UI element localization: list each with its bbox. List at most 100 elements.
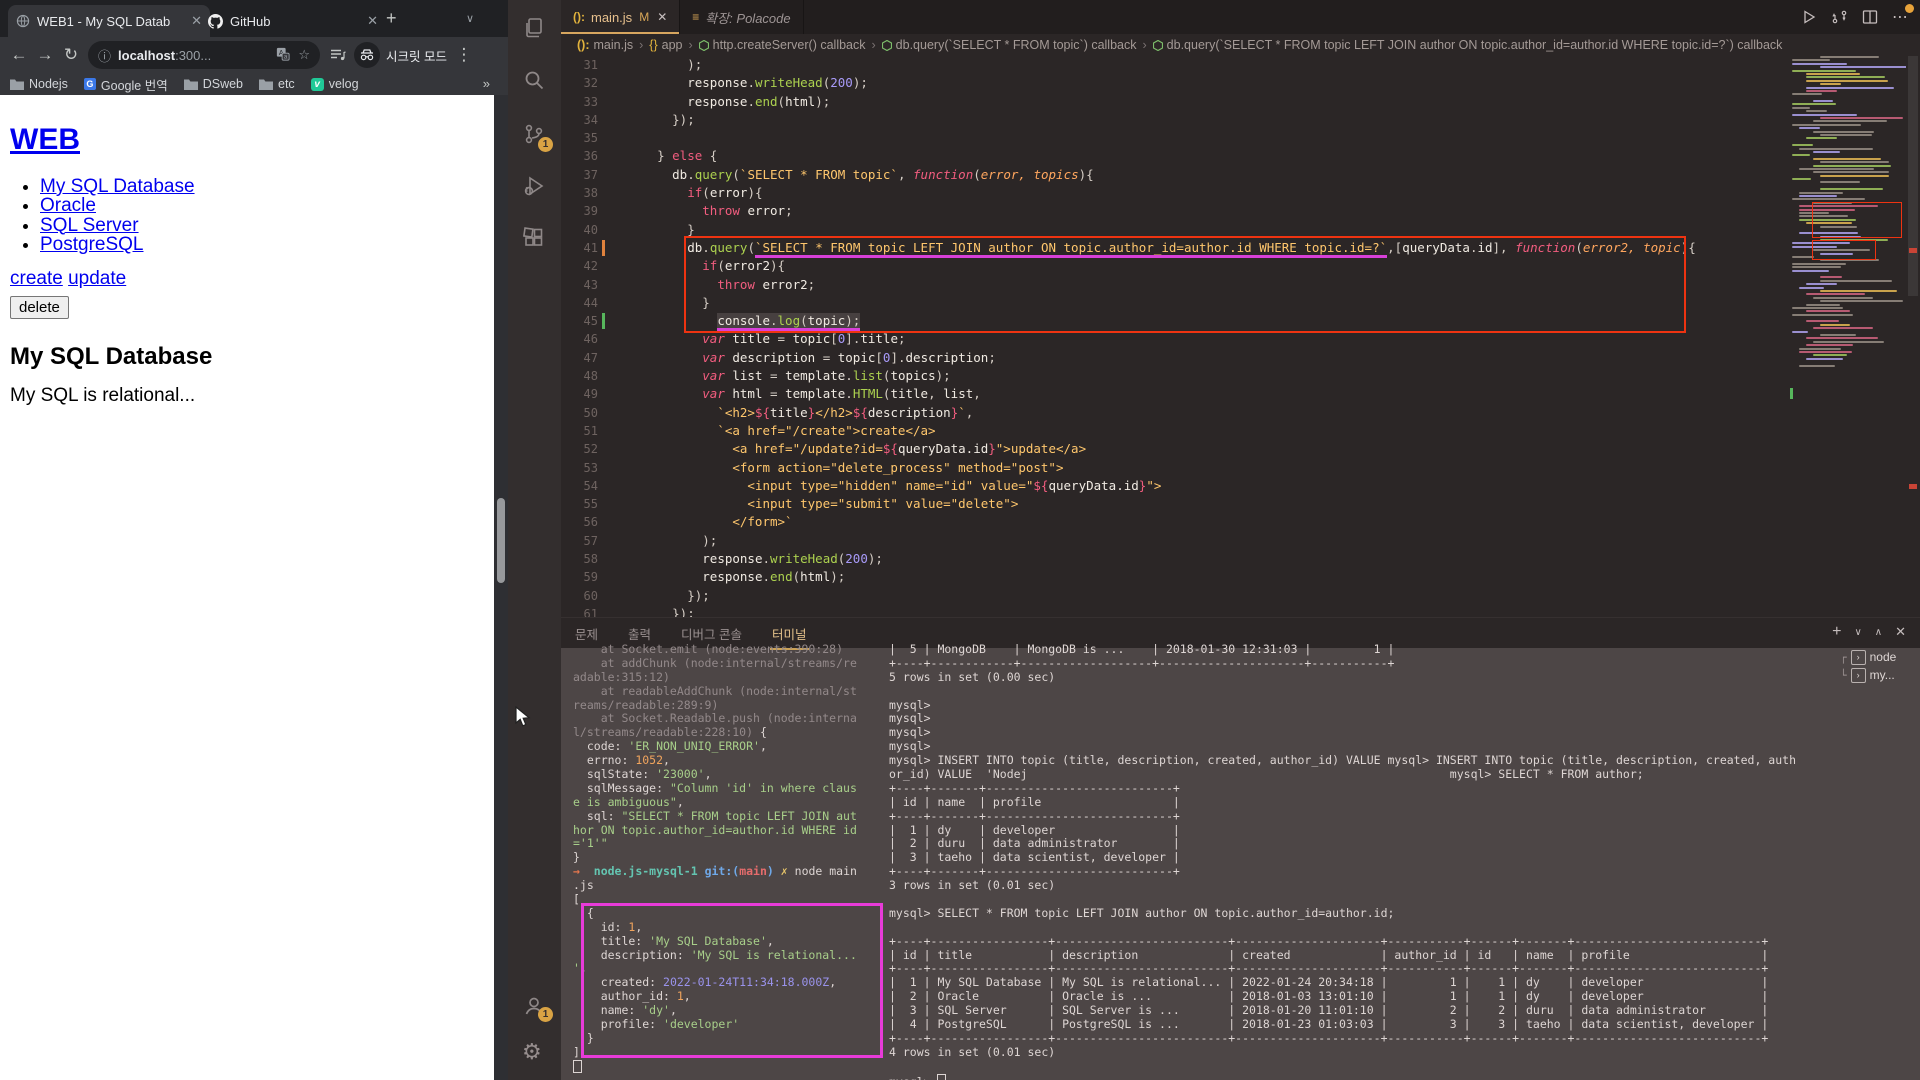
line-number: 61 [583, 606, 598, 617]
page-title-link[interactable]: WEB [10, 123, 80, 157]
browser-tab-github[interactable]: GitHub ✕ [200, 5, 386, 37]
bookmark-star-icon[interactable]: ☆ [298, 47, 310, 63]
breadcrumb-item[interactable]: http.createServer() callback [713, 38, 866, 52]
line-number: 60 [583, 588, 598, 603]
gutter-change-marker [602, 239, 605, 256]
reading-list-icon[interactable] [330, 48, 346, 62]
bookmark-item[interactable]: Nodejs [10, 77, 68, 91]
tree-connector: ┌ [1840, 650, 1847, 664]
code-line: 48 var list = template.list(topics); [561, 367, 1790, 385]
maximize-panel-icon[interactable]: ∧ [1875, 627, 1882, 638]
folder-icon [259, 78, 273, 91]
line-number: 50 [583, 405, 598, 420]
translate-icon[interactable]: Aa [276, 47, 290, 63]
terminal-line: mysql> [889, 711, 938, 726]
settings-gear-icon[interactable]: ⚙ [522, 1040, 548, 1066]
bookmark-label: Nodejs [29, 77, 68, 91]
line-number: 42 [583, 259, 598, 274]
editor-code[interactable]: 31 ); 32 response.writeHead(200); 33 respo… [561, 56, 1790, 617]
close-tab-icon[interactable]: ✕ [367, 13, 378, 29]
new-terminal-icon[interactable]: + [1832, 623, 1841, 641]
minimap[interactable] [1790, 56, 1906, 616]
editor-tab-bar: (): main.js M ✕ ≡ 확장: Polacode [561, 0, 1920, 34]
code-line: 46 var title = topic[0].title; [561, 330, 1790, 348]
code-line: 61 }); [561, 605, 1790, 617]
breadcrumb-item[interactable]: app [662, 38, 683, 52]
activity-bar: 1 1 ⚙ [508, 0, 561, 1080]
terminal-line: } [573, 850, 580, 865]
accounts-icon[interactable]: 1 [522, 994, 553, 1022]
module-symbol-icon: {} [649, 38, 658, 52]
open-changes-icon[interactable] [1831, 9, 1848, 25]
source-control-icon[interactable]: 1 [522, 122, 553, 152]
browser-tab-web1[interactable]: WEB1 - My SQL Datab ✕ [8, 5, 210, 37]
bookmark-item[interactable]: etc [259, 77, 295, 91]
bookmark-item[interactable]: G Google 번역 [83, 75, 168, 94]
terminal-line: → node.js-mysql-1 git:(main) ✗ node main [573, 864, 857, 879]
close-panel-icon[interactable]: ✕ [1895, 624, 1906, 640]
run-debug-icon[interactable] [522, 174, 548, 200]
line-number: 38 [583, 186, 598, 201]
line-number: 45 [583, 314, 598, 329]
browser-menu-icon[interactable]: ⋮ [451, 45, 477, 65]
terminal-line: at readableAddChunk (node:internal/st [573, 683, 857, 698]
topic-link[interactable]: Oracle [40, 195, 96, 216]
list-item: SQL Server [40, 215, 494, 236]
terminal-line: mysql> [889, 1073, 1814, 1080]
bookmark-item[interactable]: v velog [310, 77, 359, 91]
close-icon[interactable]: ✕ [657, 10, 667, 24]
terminal-line: ', [573, 961, 587, 976]
js-file-icon: (): [573, 10, 585, 24]
code-line: 37 db.query(`SELECT * FROM topic`, funct… [561, 166, 1790, 184]
topic-link[interactable]: SQL Server [40, 215, 139, 236]
site-info-icon[interactable]: ⓘ [98, 46, 111, 65]
create-link[interactable]: create [10, 268, 63, 289]
terminal-list-item[interactable]: ┌ › node [1840, 648, 1920, 666]
minimap-change-marker [1790, 388, 1793, 399]
scrollbar-thumb[interactable] [1908, 56, 1918, 296]
tab-polacode[interactable]: ≡ 확장: Polacode [680, 0, 804, 34]
address-bar[interactable]: ⓘ localhost :300... Aa ☆ [88, 41, 320, 69]
code-line: 47 var description = topic[0].descriptio… [561, 349, 1790, 367]
search-icon[interactable] [522, 68, 548, 94]
code-line: 44 } [561, 294, 1790, 312]
forward-icon[interactable]: → [32, 45, 58, 65]
back-icon[interactable]: ← [6, 45, 32, 65]
error-marker [1909, 484, 1917, 489]
explorer-icon[interactable] [522, 16, 548, 42]
code-line: 50 `<h2>${title}</h2>${description}`, [561, 404, 1790, 422]
tab-main-js[interactable]: (): main.js M ✕ [561, 0, 681, 34]
line-number: 41 [583, 240, 598, 255]
code-line: 52 <a href="/update?id=${queryData.id}">… [561, 440, 1790, 458]
delete-button[interactable]: delete [10, 296, 69, 320]
extensions-icon[interactable] [522, 226, 548, 252]
reload-icon[interactable]: ↻ [58, 45, 84, 65]
line-number: 32 [583, 76, 598, 91]
topic-link[interactable]: My SQL Database [40, 176, 195, 197]
terminal-mysql-pane[interactable]: | 5 | MongoDB | MongoDB is ... | 2018-01… [889, 643, 1814, 1080]
line-number: 31 [583, 58, 598, 72]
editor-scrollbar[interactable] [1906, 56, 1920, 617]
breadcrumb-item[interactable]: main.js [594, 38, 634, 52]
terminal-line: mysql> [889, 725, 938, 740]
bookmarks-overflow-icon[interactable]: » [483, 76, 490, 91]
new-tab-button[interactable]: + [386, 8, 397, 29]
tab-search-chevron-icon[interactable]: ∨ [466, 12, 474, 25]
breadcrumb-item[interactable]: db.query(`SELECT * FROM topic LEFT JOIN … [1167, 38, 1783, 52]
browser-scrollbar[interactable] [494, 95, 508, 1080]
breadcrumb-item[interactable]: db.query(`SELECT * FROM topic`) callback [896, 38, 1137, 52]
topic-link[interactable]: PostgreSQL [40, 234, 144, 255]
terminal-list-item[interactable]: └ › my... [1840, 666, 1920, 684]
code-line: 54 <input type="hidden" name="id" value=… [561, 477, 1790, 495]
terminal-dropdown-icon[interactable]: ∨ [1854, 627, 1861, 638]
scrollbar-thumb[interactable] [497, 498, 505, 583]
terminal-node-pane[interactable]: at Socket.emit (node:events:390:28) at a… [573, 643, 877, 1080]
line-number: 55 [583, 497, 598, 512]
bookmark-item[interactable]: DSweb [183, 77, 243, 91]
line-number: 34 [583, 112, 598, 127]
update-link[interactable]: update [68, 268, 126, 289]
split-editor-icon[interactable] [1862, 9, 1878, 25]
breadcrumb[interactable]: (): main.js › {} app › http.createServer() cal… [561, 34, 1920, 56]
run-file-icon[interactable] [1801, 9, 1817, 25]
